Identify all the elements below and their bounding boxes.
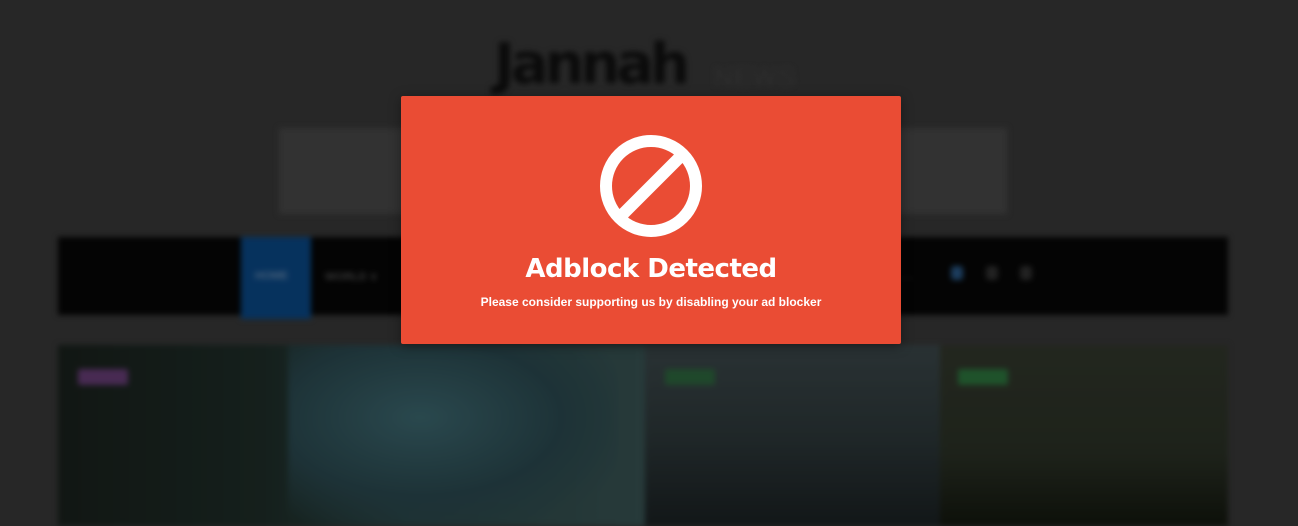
- adblock-modal: Adblock Detected Please consider support…: [401, 96, 901, 344]
- modal-message: Please consider supporting us by disabli…: [480, 295, 822, 309]
- prohibited-icon: [599, 134, 703, 238]
- modal-title: Adblock Detected: [525, 254, 777, 284]
